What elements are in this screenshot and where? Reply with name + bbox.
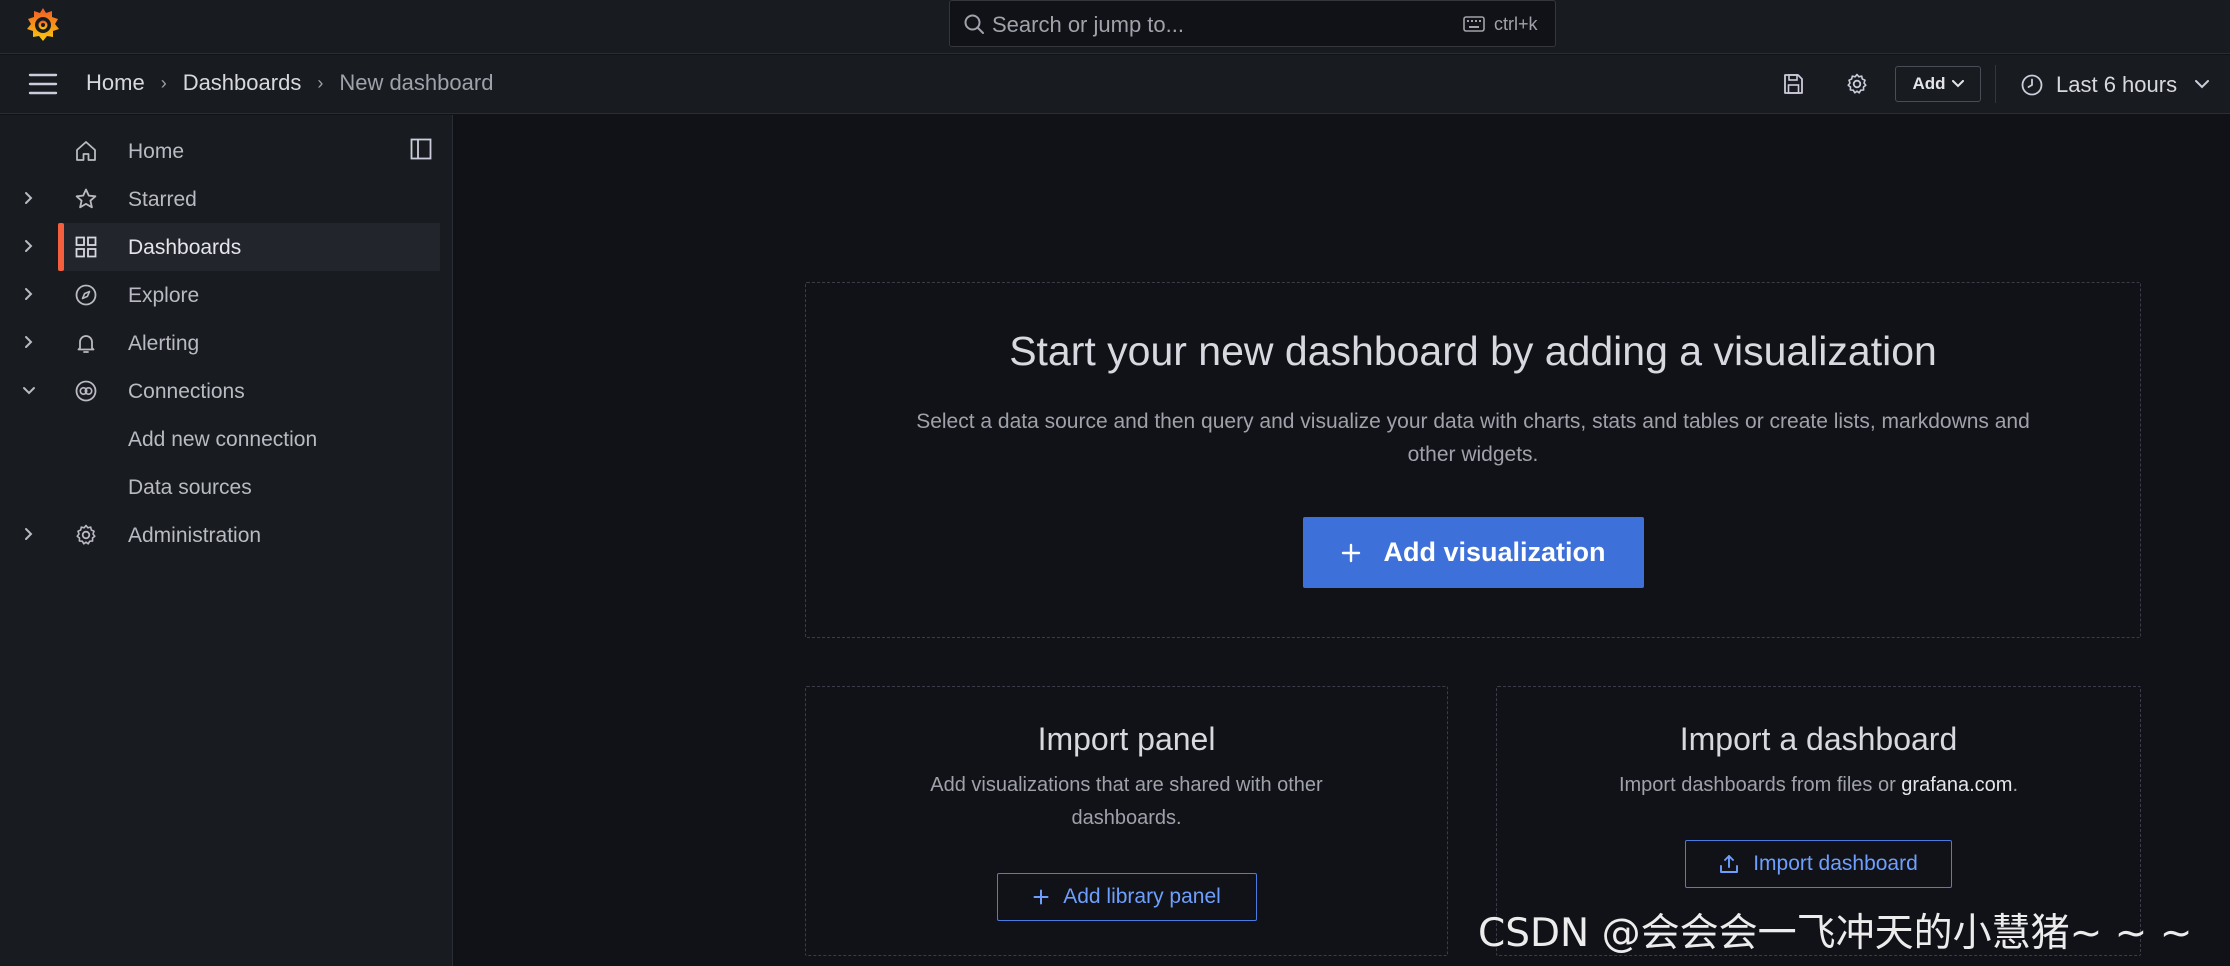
sidebar-item-add-new-connection[interactable]: Add new connection bbox=[0, 415, 440, 463]
grafana-logo-icon[interactable] bbox=[24, 6, 62, 44]
plus-icon bbox=[1342, 543, 1361, 562]
sidebar-item-connections[interactable]: Connections bbox=[0, 367, 440, 415]
chevron-down-icon bbox=[1951, 80, 1964, 88]
clock-icon bbox=[2021, 74, 2043, 95]
home-icon bbox=[74, 139, 98, 163]
watermark: CSDN @会会会一飞冲天的小慧猪~ ~ ~ bbox=[1478, 911, 2193, 956]
chevron-down-icon[interactable] bbox=[22, 386, 36, 395]
search-placeholder: Search or jump to... bbox=[992, 12, 1184, 37]
import-dashboard-label: Import dashboard bbox=[1753, 852, 1918, 875]
sidebar-item-alerting[interactable]: Alerting bbox=[0, 319, 440, 367]
sidebar-item-label: Add new connection bbox=[128, 428, 318, 451]
import-dashboard-button[interactable]: Import dashboard bbox=[1685, 840, 1952, 888]
sidebar-item-dashboards[interactable]: Dashboards bbox=[0, 223, 440, 271]
apps-icon bbox=[74, 235, 98, 259]
active-item-highlight bbox=[58, 223, 440, 271]
add-library-panel-button[interactable]: Add library panel bbox=[997, 873, 1257, 921]
sidebar-item-label: Starred bbox=[128, 188, 197, 211]
search-shortcut: ctrl+k bbox=[1494, 14, 1538, 34]
gear-icon bbox=[74, 523, 98, 547]
breadcrumb-home[interactable]: Home bbox=[86, 70, 145, 96]
top-bar: Search or jump to... ctrl+k bbox=[0, 0, 2230, 54]
chevron-right-icon[interactable] bbox=[24, 191, 33, 205]
empty-dashboard-description: Select a data source and then query and … bbox=[916, 410, 2030, 466]
import-dashboard-title: Import a dashboard bbox=[1679, 721, 1958, 757]
search-bar[interactable]: Search or jump to... ctrl+k bbox=[949, 0, 1556, 47]
chevron-down-icon bbox=[2195, 80, 2210, 89]
search-icon bbox=[963, 13, 985, 35]
sidebar-item-label: Data sources bbox=[128, 476, 252, 499]
breadcrumb-current: New dashboard bbox=[339, 70, 494, 95]
save-icon[interactable] bbox=[1781, 72, 1805, 96]
add-button-label: Add bbox=[1912, 74, 1946, 93]
breadcrumb-dashboards[interactable]: Dashboards bbox=[183, 70, 302, 96]
nav-bar: Home › Dashboards › New dashboard Add La… bbox=[0, 55, 2230, 114]
sidebar-item-label: Alerting bbox=[128, 332, 200, 355]
chevron-right-icon: › bbox=[317, 72, 324, 93]
chevron-right-icon[interactable] bbox=[24, 239, 33, 253]
plug-icon bbox=[74, 379, 98, 403]
breadcrumb: Home › Dashboards › New dashboard bbox=[86, 70, 493, 96]
sidebar-item-label: Connections bbox=[128, 380, 245, 403]
chevron-right-icon: › bbox=[160, 72, 167, 93]
sidebar-item-starred[interactable]: Starred bbox=[0, 175, 440, 223]
sidebar-item-home[interactable]: Home bbox=[0, 127, 440, 175]
import-dashboard-description: Import dashboards from files or grafana.… bbox=[1517, 769, 2120, 802]
menu-icon[interactable] bbox=[28, 72, 58, 96]
empty-dashboard-title: Start your new dashboard by adding a vis… bbox=[1009, 328, 1937, 374]
keyboard-icon bbox=[1463, 16, 1485, 32]
empty-dashboard-card: Start your new dashboard by adding a vis… bbox=[805, 282, 2141, 638]
time-range-picker[interactable]: Last 6 hours bbox=[2020, 55, 2210, 114]
plus-icon bbox=[1033, 889, 1049, 905]
gear-icon[interactable] bbox=[1845, 72, 1869, 96]
bell-icon bbox=[74, 331, 98, 355]
sidebar-item-label: Dashboards bbox=[128, 236, 242, 259]
chevron-right-icon[interactable] bbox=[24, 287, 33, 301]
active-indicator bbox=[58, 223, 64, 271]
add-visualization-button[interactable]: Add visualization bbox=[1303, 517, 1644, 588]
import-panel-description: Add visualizations that are shared with … bbox=[930, 774, 1323, 829]
sidebar-item-administration[interactable]: Administration bbox=[0, 511, 440, 559]
sidebar-item-data-sources[interactable]: Data sources bbox=[0, 463, 440, 511]
import-dashboard-description-text: Import dashboards from files or bbox=[1618, 774, 1902, 796]
chevron-right-icon[interactable] bbox=[24, 527, 33, 541]
add-button[interactable]: Add bbox=[1895, 66, 1981, 102]
sidebar-item-label: Administration bbox=[128, 524, 262, 547]
import-panel-card: Import panel Add visualizations that are… bbox=[805, 686, 1448, 956]
import-dashboard-description-end: . bbox=[2012, 774, 2019, 796]
add-visualization-label: Add visualization bbox=[1383, 537, 1606, 567]
grafana-com-link[interactable]: grafana.com bbox=[1901, 774, 2012, 796]
sidebar-item-explore[interactable]: Explore bbox=[0, 271, 440, 319]
chevron-right-icon[interactable] bbox=[24, 335, 33, 349]
time-range-label: Last 6 hours bbox=[2056, 71, 2178, 97]
add-library-panel-label: Add library panel bbox=[1063, 885, 1221, 908]
compass-icon bbox=[74, 283, 98, 307]
import-panel-title: Import panel bbox=[1037, 721, 1216, 757]
sidebar: Home Starred Dashboards Explore Alerting… bbox=[0, 115, 453, 966]
star-icon bbox=[74, 187, 98, 211]
sidebar-item-label: Home bbox=[128, 140, 185, 163]
toolbar-divider bbox=[1995, 65, 1996, 103]
upload-icon bbox=[1720, 855, 1739, 873]
sidebar-item-label: Explore bbox=[128, 284, 200, 307]
